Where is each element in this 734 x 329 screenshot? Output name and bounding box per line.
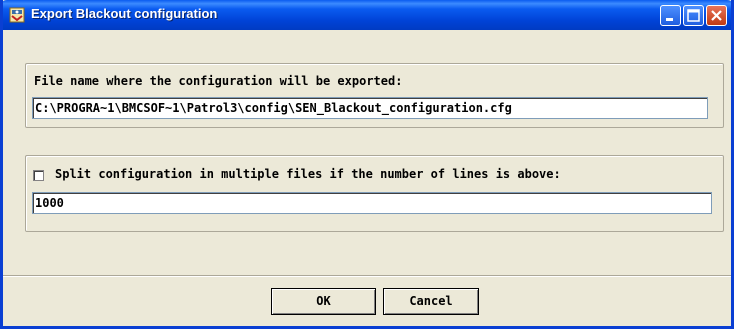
export-file-path-field[interactable]: C:\PROGRA~1\BMCSOF~1\Patrol3\config\SEN_…: [32, 97, 708, 119]
title-bar[interactable]: Export Blackout configuration: [3, 0, 731, 30]
line-limit-field[interactable]: 1000: [32, 192, 712, 214]
ok-button[interactable]: OK: [271, 288, 376, 315]
button-area-divider: [3, 275, 731, 277]
cancel-button[interactable]: Cancel: [383, 288, 479, 315]
maximize-button[interactable]: [683, 5, 704, 26]
split-config-checkbox[interactable]: [33, 170, 44, 181]
split-config-label: Split configuration in multiple files if…: [55, 167, 561, 181]
close-button[interactable]: [706, 5, 727, 26]
export-file-label: File name where the configuration will b…: [34, 74, 403, 88]
export-dialog-window: Export Blackout configuration File name …: [0, 0, 734, 329]
app-icon: [9, 7, 25, 23]
minimize-button[interactable]: [660, 5, 681, 26]
window-title: Export Blackout configuration: [31, 6, 218, 21]
